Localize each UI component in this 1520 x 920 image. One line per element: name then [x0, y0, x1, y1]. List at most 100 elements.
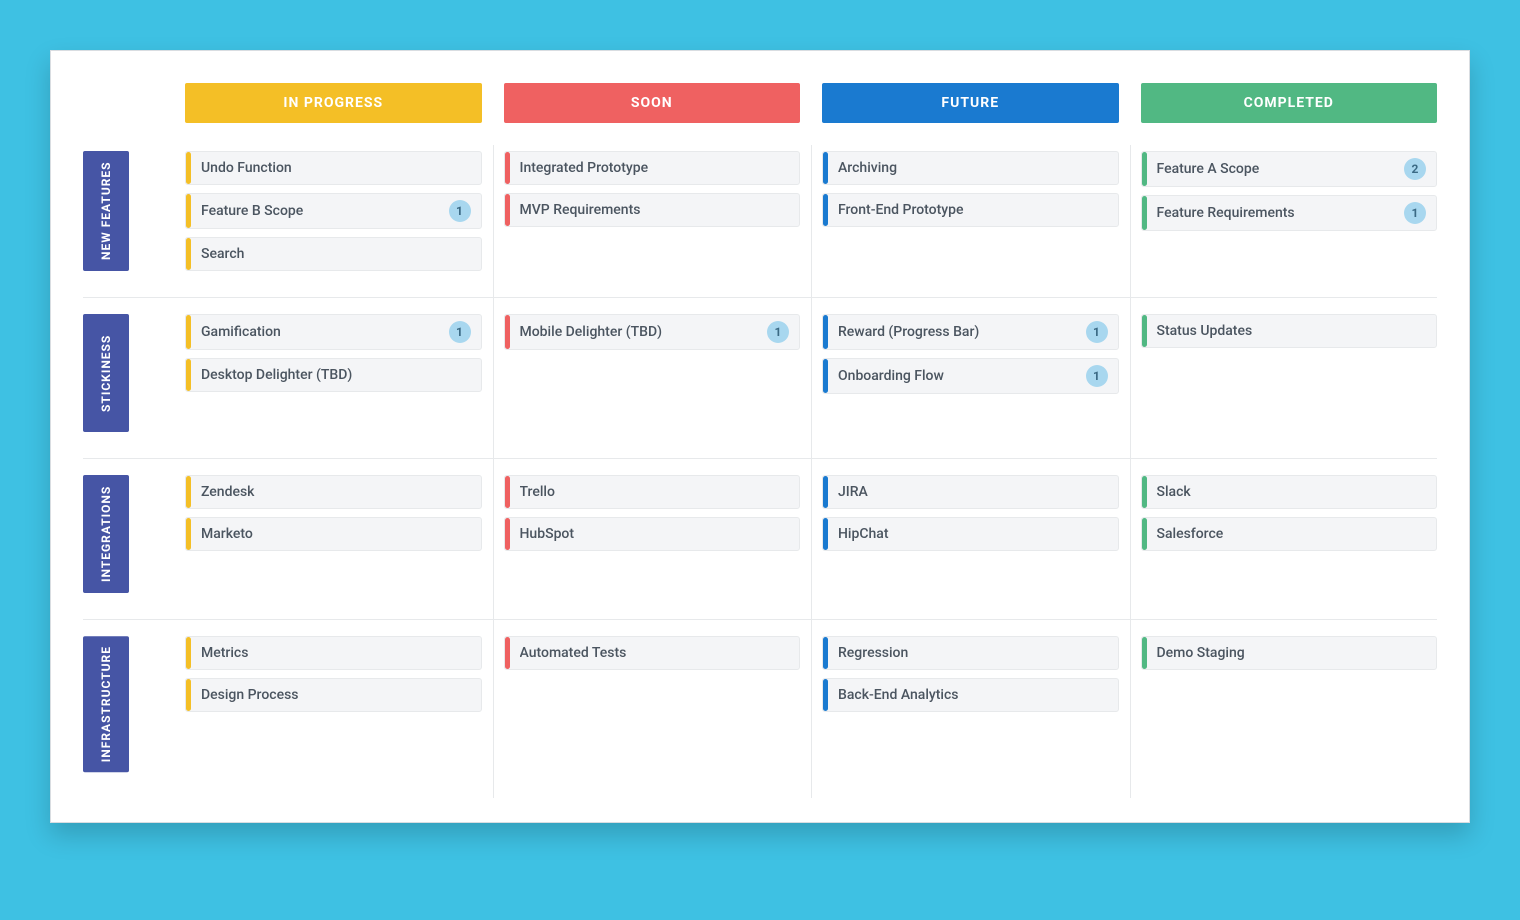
- card-title: Back-End Analytics: [838, 687, 1108, 703]
- card[interactable]: Slack: [1141, 475, 1438, 509]
- card-title: HipChat: [838, 526, 1108, 542]
- cell-new_features-completed: Feature A Scope 2 Feature Requirements1: [1141, 151, 1438, 271]
- card-title: Desktop Delighter (TBD): [201, 367, 471, 383]
- swimlane-rows: NEW FEATURES Undo Function Feature B Scope…: [83, 145, 1437, 798]
- card[interactable]: Demo Staging: [1141, 636, 1438, 670]
- column-divider: [493, 298, 494, 458]
- swimlane-label-integrations[interactable]: INTEGRATIONS: [83, 475, 129, 593]
- card[interactable]: Salesforce: [1141, 517, 1438, 551]
- card[interactable]: Feature B Scope 1: [185, 193, 482, 229]
- card-title: Marketo: [201, 526, 471, 542]
- card[interactable]: MVP Requirements: [504, 193, 801, 227]
- card-stripe: [186, 359, 191, 391]
- card[interactable]: Metrics: [185, 636, 482, 670]
- card-title: Metrics: [201, 645, 471, 661]
- card-title: Search: [201, 246, 471, 262]
- card[interactable]: HubSpot: [504, 517, 801, 551]
- card-stripe: [186, 194, 191, 228]
- card[interactable]: Trello: [504, 475, 801, 509]
- card-title: Slack: [1157, 484, 1427, 500]
- card[interactable]: Zendesk: [185, 475, 482, 509]
- column-divider: [811, 620, 812, 798]
- card-title: Design Process: [201, 687, 471, 703]
- cell-infrastructure-future: Regression Back-End Analytics: [822, 636, 1119, 772]
- card-title: Integrated Prototype: [520, 160, 790, 176]
- card-badge: 1: [449, 200, 471, 222]
- card-title: Feature A Scope: [1157, 161, 1397, 177]
- card[interactable]: Mobile Delighter (TBD)1: [504, 314, 801, 350]
- card-stripe: [823, 518, 828, 550]
- swimlane-row-stickiness: STICKINESS Gamification1 Desktop Delighter…: [83, 297, 1437, 458]
- cell-integrations-future: JIRA HipChat: [822, 475, 1119, 593]
- card[interactable]: Feature A Scope 2: [1141, 151, 1438, 187]
- card[interactable]: Front-End Prototype: [822, 193, 1119, 227]
- card-stripe: [186, 315, 191, 349]
- card-stripe: [186, 476, 191, 508]
- card[interactable]: Marketo: [185, 517, 482, 551]
- column-divider: [1130, 145, 1131, 297]
- card[interactable]: Integrated Prototype: [504, 151, 801, 185]
- card-stripe: [186, 679, 191, 711]
- card-stripe: [505, 152, 510, 184]
- card-title: Reward (Progress Bar): [838, 324, 1078, 340]
- card-title: Front-End Prototype: [838, 202, 1108, 218]
- card-stripe: [505, 315, 510, 349]
- card[interactable]: Search: [185, 237, 482, 271]
- column-divider: [811, 298, 812, 458]
- card-title: Onboarding Flow: [838, 368, 1078, 384]
- card[interactable]: HipChat: [822, 517, 1119, 551]
- card[interactable]: Feature Requirements1: [1141, 195, 1438, 231]
- card[interactable]: Onboarding Flow1: [822, 358, 1119, 394]
- column-divider: [811, 459, 812, 619]
- swimlane-row-new_features: NEW FEATURES Undo Function Feature B Scope…: [83, 145, 1437, 297]
- cell-infrastructure-soon: Automated Tests: [504, 636, 801, 772]
- card-title: MVP Requirements: [520, 202, 790, 218]
- card-stripe: [823, 637, 828, 669]
- card[interactable]: Reward (Progress Bar) 1: [822, 314, 1119, 350]
- column-header-completed[interactable]: COMPLETED: [1141, 83, 1438, 123]
- column-header-in-progress[interactable]: IN PROGRESS: [185, 83, 482, 123]
- cell-new_features-soon: Integrated Prototype MVP Requirements: [504, 151, 801, 271]
- card-badge: 1: [449, 321, 471, 343]
- cell-integrations-completed: Slack Salesforce: [1141, 475, 1438, 593]
- card-stripe: [1142, 152, 1147, 186]
- swimlane-label-stickiness[interactable]: STICKINESS: [83, 314, 129, 432]
- swimlane-label-new_features[interactable]: NEW FEATURES: [83, 151, 129, 271]
- card[interactable]: JIRA: [822, 475, 1119, 509]
- card[interactable]: Status Updates: [1141, 314, 1438, 348]
- card-stripe: [823, 152, 828, 184]
- roadmap-board: IN PROGRESS SOON FUTURE COMPLETED NEW FE…: [50, 50, 1470, 823]
- card[interactable]: Regression: [822, 636, 1119, 670]
- column-divider: [811, 145, 812, 297]
- card-stripe: [186, 637, 191, 669]
- card[interactable]: Undo Function: [185, 151, 482, 185]
- column-header-future[interactable]: FUTURE: [822, 83, 1119, 123]
- card-stripe: [1142, 637, 1147, 669]
- card-title: Undo Function: [201, 160, 471, 176]
- card-stripe: [186, 238, 191, 270]
- card-title: Feature B Scope: [201, 203, 441, 219]
- card-stripe: [1142, 196, 1147, 230]
- card-badge: 2: [1404, 158, 1426, 180]
- cell-new_features-future: Archiving Front-End Prototype: [822, 151, 1119, 271]
- cell-stickiness-soon: Mobile Delighter (TBD)1: [504, 314, 801, 432]
- card-stripe: [823, 679, 828, 711]
- card[interactable]: Archiving: [822, 151, 1119, 185]
- card-stripe: [823, 476, 828, 508]
- card-badge: 1: [1086, 321, 1108, 343]
- card[interactable]: Desktop Delighter (TBD): [185, 358, 482, 392]
- swimlane-label-infrastructure[interactable]: INFRASTRUCTURE: [83, 636, 129, 772]
- cell-stickiness-completed: Status Updates: [1141, 314, 1438, 432]
- card[interactable]: Back-End Analytics: [822, 678, 1119, 712]
- card-stripe: [1142, 518, 1147, 550]
- column-header-soon[interactable]: SOON: [504, 83, 801, 123]
- swimlane-row-infrastructure: INFRASTRUCTURE Metrics Design Process Autom…: [83, 619, 1437, 798]
- card-stripe: [186, 518, 191, 550]
- header-spacer: [83, 83, 163, 123]
- cell-stickiness-in_progress: Gamification1 Desktop Delighter (TBD): [185, 314, 482, 432]
- card[interactable]: Gamification1: [185, 314, 482, 350]
- card-title: JIRA: [838, 484, 1108, 500]
- card-stripe: [505, 637, 510, 669]
- card[interactable]: Automated Tests: [504, 636, 801, 670]
- card[interactable]: Design Process: [185, 678, 482, 712]
